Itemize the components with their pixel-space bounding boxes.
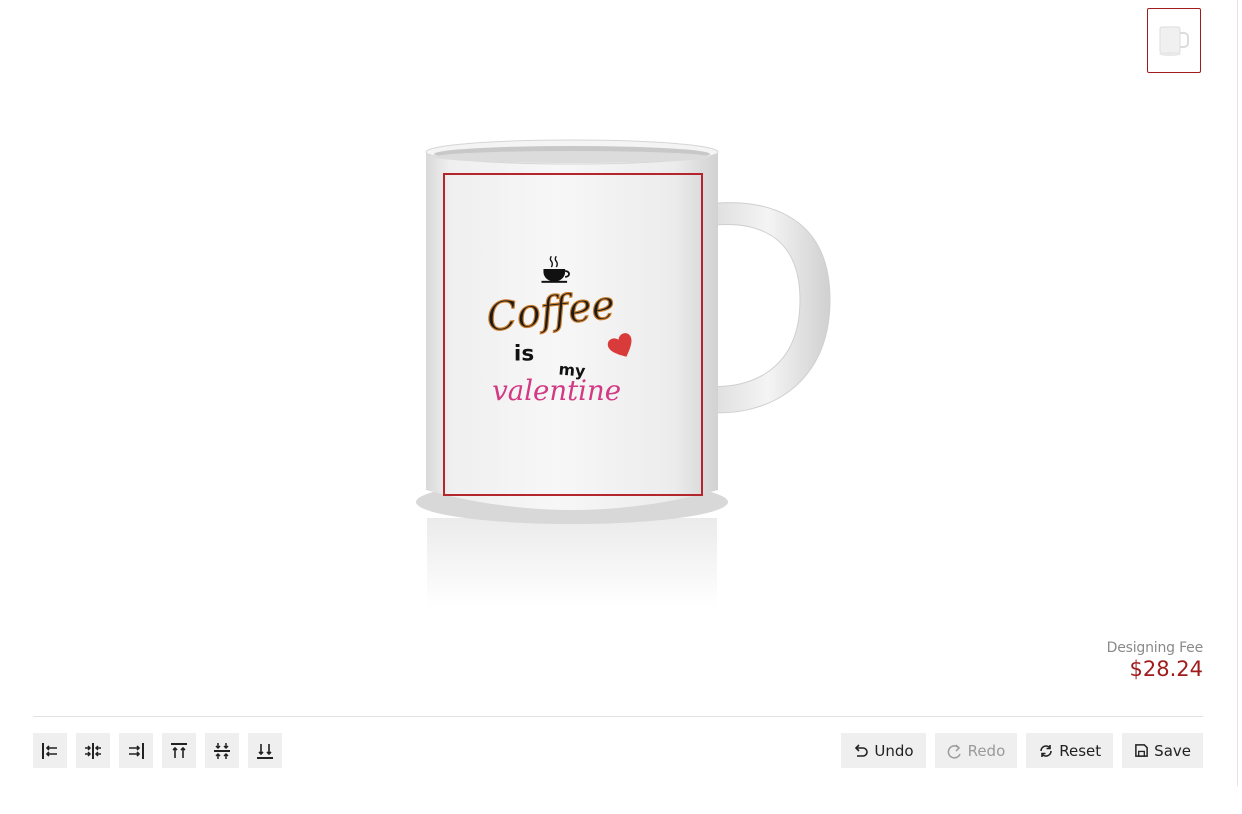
design-text-line1: Coffee	[485, 282, 617, 341]
reset-icon	[1040, 744, 1053, 757]
align-bottom-icon	[257, 743, 273, 759]
save-button[interactable]: Save	[1122, 733, 1203, 768]
redo-label: Redo	[967, 741, 1006, 760]
heart-icon	[607, 333, 632, 357]
history-actions: Undo Redo Reset Save	[841, 733, 1203, 768]
save-icon	[1135, 744, 1149, 757]
align-middle-vertical-icon	[214, 742, 230, 759]
redo-icon	[947, 743, 961, 759]
align-left-button[interactable]	[33, 733, 67, 768]
design-text-line3: valentine	[492, 375, 621, 407]
undo-label: Undo	[874, 741, 914, 760]
undo-button[interactable]: Undo	[841, 733, 926, 768]
align-middle-vertical-button[interactable]	[205, 733, 239, 768]
designing-fee: Designing Fee $28.24	[1106, 640, 1204, 681]
reset-button[interactable]: Reset	[1026, 733, 1114, 768]
align-bottom-button[interactable]	[248, 733, 282, 768]
save-label: Save	[1154, 741, 1191, 760]
alignment-toolbar	[33, 733, 282, 768]
designing-fee-amount: $28.24	[1129, 657, 1203, 681]
print-area[interactable]: Coffee is my valentine	[443, 173, 703, 496]
align-top-button[interactable]	[162, 733, 196, 768]
align-center-horizontal-button[interactable]	[76, 733, 110, 768]
align-right-button[interactable]	[119, 733, 153, 768]
reset-label: Reset	[1059, 741, 1102, 760]
redo-button[interactable]: Redo	[934, 733, 1018, 768]
undo-icon	[855, 743, 869, 757]
align-right-icon	[129, 742, 144, 759]
align-left-icon	[42, 742, 57, 759]
coffee-valentine-design[interactable]: Coffee is my valentine	[445, 175, 701, 494]
designing-fee-label: Designing Fee	[1106, 640, 1204, 656]
align-top-icon	[171, 742, 187, 758]
align-center-horizontal-icon	[85, 742, 101, 759]
toolbar-divider	[33, 716, 1203, 717]
design-text-line2a: is	[514, 342, 534, 367]
coffee-cup-icon	[541, 255, 570, 283]
design-stage: Coffee is my valentine	[0, 0, 1242, 640]
